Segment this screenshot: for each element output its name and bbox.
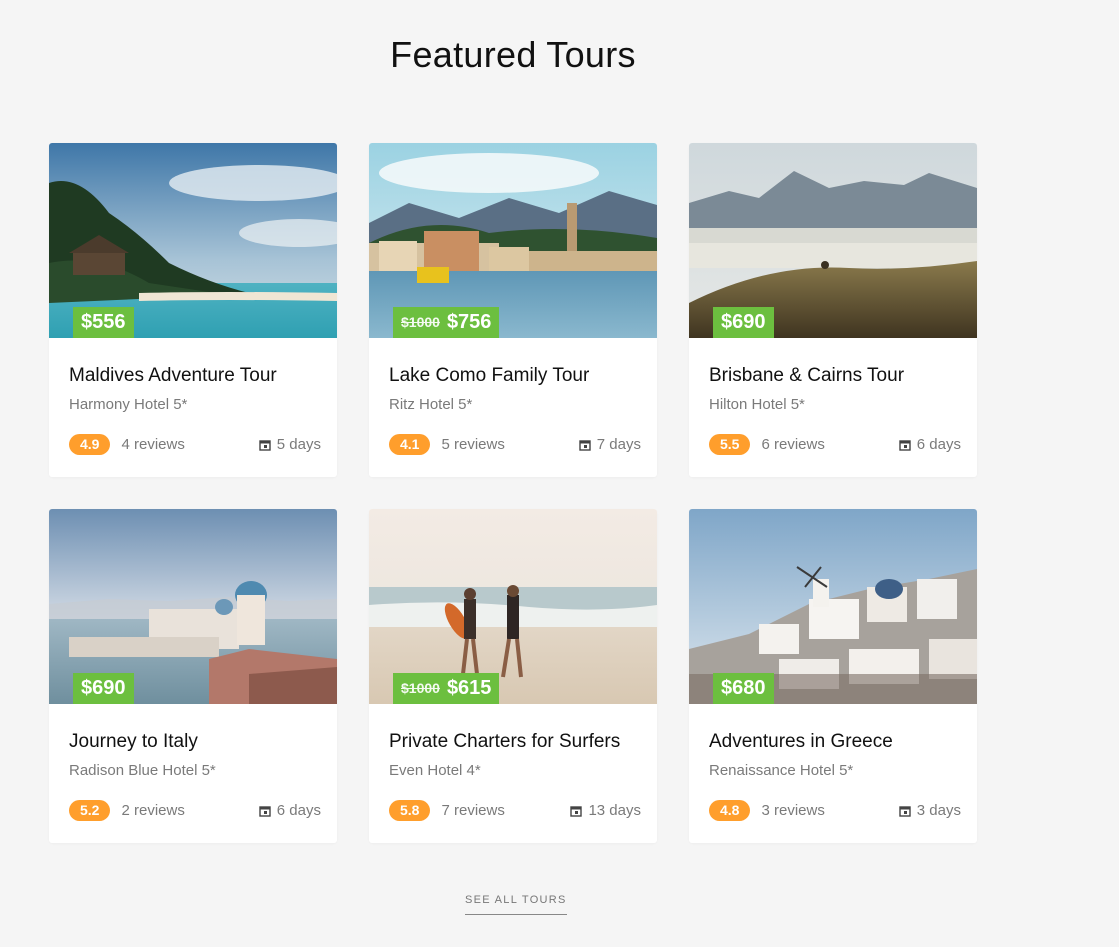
rating-badge: 5.5 bbox=[709, 434, 751, 455]
hotel-name: Even Hotel 4* bbox=[389, 762, 481, 779]
tour-card[interactable]: $680 Adventures in Greece Renaissance Ho… bbox=[689, 509, 977, 843]
duration: 13 days bbox=[570, 802, 641, 819]
reviews-count: 6 reviews bbox=[761, 436, 825, 453]
tour-card[interactable]: $690 Brisbane & Cairns Tour Hilton Hotel… bbox=[689, 143, 977, 477]
rating-badge: 4.9 bbox=[69, 434, 111, 455]
price-tag: $1000 $615 bbox=[393, 673, 500, 704]
tour-image-surfers-on-beach[interactable]: $1000 $615 bbox=[369, 509, 657, 704]
duration-label: 7 days bbox=[596, 436, 641, 453]
tour-title[interactable]: Private Charters for Surfers bbox=[389, 731, 620, 753]
duration: 6 days bbox=[899, 436, 961, 453]
old-price: $1000 bbox=[401, 314, 440, 330]
duration-label: 5 days bbox=[276, 436, 321, 453]
tour-title[interactable]: Adventures in Greece bbox=[709, 731, 893, 753]
price-tag: $690 bbox=[73, 673, 134, 704]
price: $756 bbox=[446, 311, 492, 333]
rating-badge: 4.1 bbox=[389, 434, 431, 455]
hotel-name: Ritz Hotel 5* bbox=[389, 396, 473, 413]
tours-grid: $556 Maldives Adventure Tour Harmony Hot… bbox=[49, 143, 977, 843]
tour-card[interactable]: $1000 $756 Lake Como Family Tour Ritz Ho… bbox=[369, 143, 657, 477]
calendar-icon bbox=[259, 439, 271, 451]
duration-label: 3 days bbox=[916, 802, 961, 819]
price-tag: $680 bbox=[713, 673, 774, 704]
price: $556 bbox=[81, 311, 126, 333]
hotel-name: Harmony Hotel 5* bbox=[69, 396, 188, 413]
price-tag: $1000 $756 bbox=[393, 307, 500, 338]
calendar-icon bbox=[899, 439, 911, 451]
rating-badge: 5.2 bbox=[69, 800, 111, 821]
reviews-count: 4 reviews bbox=[121, 436, 185, 453]
tour-card[interactable]: $690 Journey to Italy Radison Blue Hotel… bbox=[49, 509, 337, 843]
tour-image-mountain-hills[interactable]: $690 bbox=[689, 143, 977, 338]
tour-card[interactable]: $556 Maldives Adventure Tour Harmony Hot… bbox=[49, 143, 337, 477]
hotel-name: Radison Blue Hotel 5* bbox=[69, 762, 216, 779]
duration-label: 6 days bbox=[916, 436, 961, 453]
tour-title[interactable]: Brisbane & Cairns Tour bbox=[709, 365, 904, 387]
price: $690 bbox=[81, 677, 126, 699]
hotel-name: Renaissance Hotel 5* bbox=[709, 762, 854, 779]
calendar-icon bbox=[570, 805, 583, 817]
price-tag: $690 bbox=[713, 307, 774, 338]
section-title: Featured Tours bbox=[390, 34, 636, 75]
reviews-count: 7 reviews bbox=[441, 802, 505, 819]
old-price: $1000 bbox=[401, 680, 440, 696]
price: $680 bbox=[721, 677, 766, 699]
tour-title[interactable]: Journey to Italy bbox=[69, 731, 198, 753]
calendar-icon bbox=[579, 439, 591, 451]
duration: 6 days bbox=[259, 802, 321, 819]
hotel-name: Hilton Hotel 5* bbox=[709, 396, 805, 413]
duration: 5 days bbox=[259, 436, 321, 453]
price: $690 bbox=[721, 311, 766, 333]
reviews-count: 2 reviews bbox=[121, 802, 185, 819]
price: $615 bbox=[446, 677, 492, 699]
rating-badge: 4.8 bbox=[709, 800, 751, 821]
tour-image-venice-cityscape[interactable]: $690 bbox=[49, 509, 337, 704]
calendar-icon bbox=[899, 805, 911, 817]
tour-image-lakeside-village[interactable]: $1000 $756 bbox=[369, 143, 657, 338]
tour-image-santorini-village[interactable]: $680 bbox=[689, 509, 977, 704]
tour-title[interactable]: Maldives Adventure Tour bbox=[69, 365, 277, 387]
duration-label: 13 days bbox=[588, 802, 641, 819]
rating-badge: 5.8 bbox=[389, 800, 431, 821]
duration-label: 6 days bbox=[276, 802, 321, 819]
duration: 3 days bbox=[899, 802, 961, 819]
tour-title[interactable]: Lake Como Family Tour bbox=[389, 365, 589, 387]
duration: 7 days bbox=[579, 436, 641, 453]
calendar-icon bbox=[259, 805, 271, 817]
reviews-count: 3 reviews bbox=[761, 802, 825, 819]
tour-image-tropical-beach[interactable]: $556 bbox=[49, 143, 337, 338]
tour-card[interactable]: $1000 $615 Private Charters for Surfers … bbox=[369, 509, 657, 843]
price-tag: $556 bbox=[73, 307, 134, 338]
see-all-tours-link[interactable]: SEE ALL TOURS bbox=[465, 894, 567, 915]
reviews-count: 5 reviews bbox=[441, 436, 505, 453]
